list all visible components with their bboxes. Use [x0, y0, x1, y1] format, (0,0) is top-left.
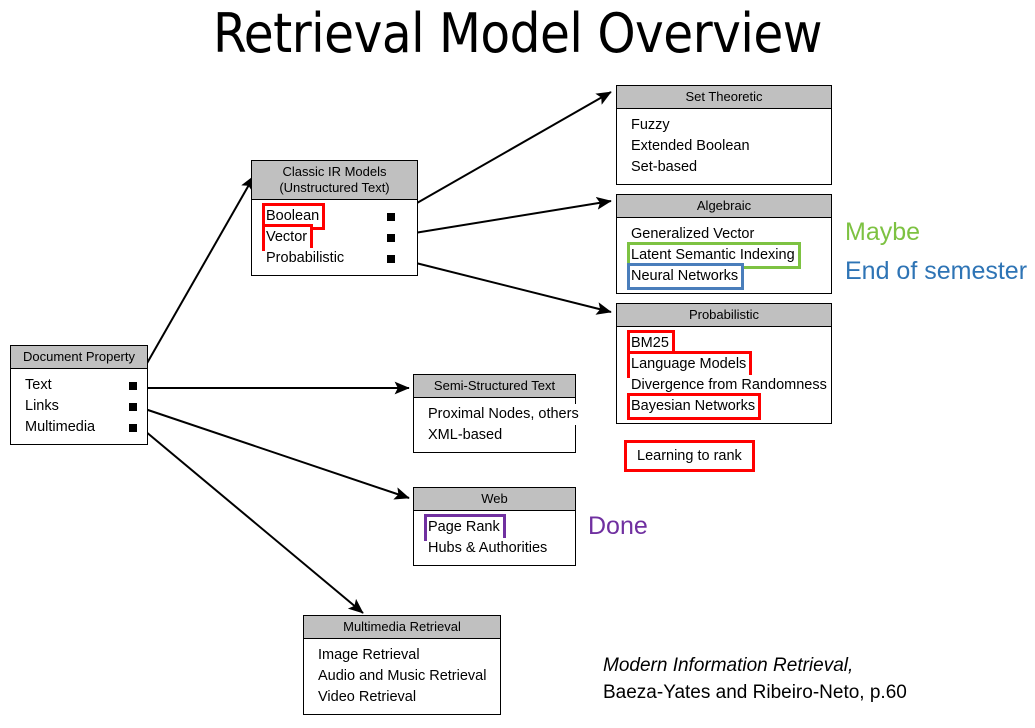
list-item[interactable]: Neural Networks: [617, 263, 831, 290]
node-classic-ir-models-body: Boolean Vector Probabilistic: [252, 200, 417, 275]
annotation-end-of-semester: End of semester: [845, 257, 1028, 285]
node-probabilistic[interactable]: Probabilistic BM25 Language Models Diver…: [616, 303, 832, 424]
list-item[interactable]: XML-based: [414, 425, 575, 446]
node-web-header-line-0: Web: [481, 491, 508, 506]
node-probabilistic-header-line-0: Probabilistic: [688, 307, 760, 322]
citation-authors: Baeza-Yates and Ribeiro-Neto, p.60: [603, 682, 907, 703]
connector-bullet: [387, 255, 395, 263]
node-probabilistic-header: Probabilistic: [617, 304, 831, 327]
page-title: Retrieval Model Overview: [212, 2, 823, 65]
node-multimedia-retrieval[interactable]: Multimedia Retrieval Image Retrieval Aud…: [303, 615, 501, 715]
node-multimedia-retrieval-body: Image Retrieval Audio and Music Retrieva…: [304, 639, 500, 714]
node-probabilistic-body: BM25 Language Models Divergence from Ran…: [617, 327, 831, 423]
node-semi-structured-text-header: Semi-Structured Text: [414, 375, 575, 398]
list-item[interactable]: Image Retrieval: [304, 645, 500, 666]
arrow-connector-layer: [133, 91, 612, 614]
node-classic-ir-models-header-line-1: (Unstructured Text): [279, 180, 390, 195]
list-item[interactable]: Links: [11, 396, 147, 417]
list-item[interactable]: Page Rank: [414, 514, 575, 541]
list-item[interactable]: Proximal Nodes, others: [414, 404, 582, 425]
node-document-property-header: Document Property: [11, 346, 147, 369]
node-algebraic[interactable]: Algebraic Generalized Vector Latent Sema…: [616, 194, 832, 294]
node-semi-structured-text-body: Proximal Nodes, others XML-based: [414, 398, 582, 452]
list-item[interactable]: Latent Semantic Indexing: [617, 242, 831, 269]
node-set-theoretic[interactable]: Set Theoretic Fuzzy Extended Boolean Set…: [616, 85, 832, 185]
list-item[interactable]: Vector: [252, 224, 417, 251]
node-set-theoretic-header: Set Theoretic: [617, 86, 831, 109]
arrow-boolean-to-set-theoretic: [395, 91, 612, 216]
list-item[interactable]: Video Retrieval: [304, 687, 500, 708]
node-set-theoretic-header-line-0: Set Theoretic: [685, 89, 763, 104]
connector-bullet: [387, 213, 395, 221]
node-algebraic-header-line-0: Algebraic: [696, 198, 752, 213]
node-set-theoretic-body: Fuzzy Extended Boolean Set-based: [617, 109, 831, 184]
list-item[interactable]: Bayesian Networks: [617, 393, 831, 420]
list-item[interactable]: BM25: [617, 330, 831, 357]
list-item[interactable]: Fuzzy: [617, 115, 831, 136]
arrow-vector-to-algebraic: [395, 196, 612, 237]
connector-bullet: [129, 403, 137, 411]
list-item[interactable]: Text: [11, 375, 147, 396]
citation-title: Modern Information Retrieval,: [603, 655, 854, 676]
arrow-probabilistic-to-probabilistic: [395, 257, 612, 315]
node-web-body: Page Rank Hubs & Authorities: [414, 511, 575, 565]
node-semi-structured-text-header-line-0: Semi-Structured Text: [433, 378, 556, 393]
callout-learning-to-rank[interactable]: Learning to rank: [624, 440, 755, 472]
connector-bullet: [387, 234, 395, 242]
callout-learning-to-rank-label: Learning to rank: [637, 448, 742, 464]
node-algebraic-body: Generalized Vector Latent Semantic Index…: [617, 218, 831, 293]
connector-bullet: [129, 424, 137, 432]
arrow-multimedia-to-multimedia-retrieval: [144, 430, 364, 614]
node-classic-ir-models-header: Classic IR Models (Unstructured Text): [252, 161, 417, 200]
node-web[interactable]: Web Page Rank Hubs & Authorities: [413, 487, 576, 566]
list-item[interactable]: Set-based: [617, 157, 831, 178]
list-item[interactable]: Extended Boolean: [617, 136, 831, 157]
node-document-property-header-line-0: Document Property: [23, 349, 135, 364]
list-item[interactable]: Audio and Music Retrieval: [304, 666, 500, 687]
node-classic-ir-models[interactable]: Classic IR Models (Unstructured Text) Bo…: [251, 160, 418, 276]
connector-bullet: [129, 382, 137, 390]
list-item[interactable]: Divergence from Randomness: [617, 375, 831, 396]
node-multimedia-retrieval-header: Multimedia Retrieval: [304, 616, 500, 639]
list-item[interactable]: Generalized Vector: [617, 224, 831, 245]
node-algebraic-header: Algebraic: [617, 195, 831, 218]
list-item[interactable]: Hubs & Authorities: [414, 538, 575, 559]
citation: Modern Information Retrieval, Baeza-Yate…: [603, 652, 907, 706]
list-item[interactable]: Probabilistic: [252, 248, 417, 269]
list-item[interactable]: Boolean: [252, 203, 417, 230]
node-web-header: Web: [414, 488, 575, 511]
node-document-property-body: Text Links Multimedia: [11, 369, 147, 444]
node-document-property[interactable]: Document Property Text Links Multimedia: [10, 345, 148, 445]
node-multimedia-retrieval-header-line-0: Multimedia Retrieval: [343, 619, 461, 634]
node-classic-ir-models-header-line-0: Classic IR Models: [282, 164, 387, 179]
list-item[interactable]: Multimedia: [11, 417, 147, 438]
annotation-done: Done: [588, 512, 648, 540]
slide-canvas: Retrieval Model Overview Document Proper…: [0, 0, 1035, 728]
list-item[interactable]: Language Models: [617, 351, 831, 378]
arrow-text-to-classic-ir: [133, 175, 255, 387]
node-semi-structured-text[interactable]: Semi-Structured Text Proximal Nodes, oth…: [413, 374, 582, 453]
arrow-links-to-web: [144, 408, 410, 500]
annotation-maybe: Maybe: [845, 218, 921, 246]
